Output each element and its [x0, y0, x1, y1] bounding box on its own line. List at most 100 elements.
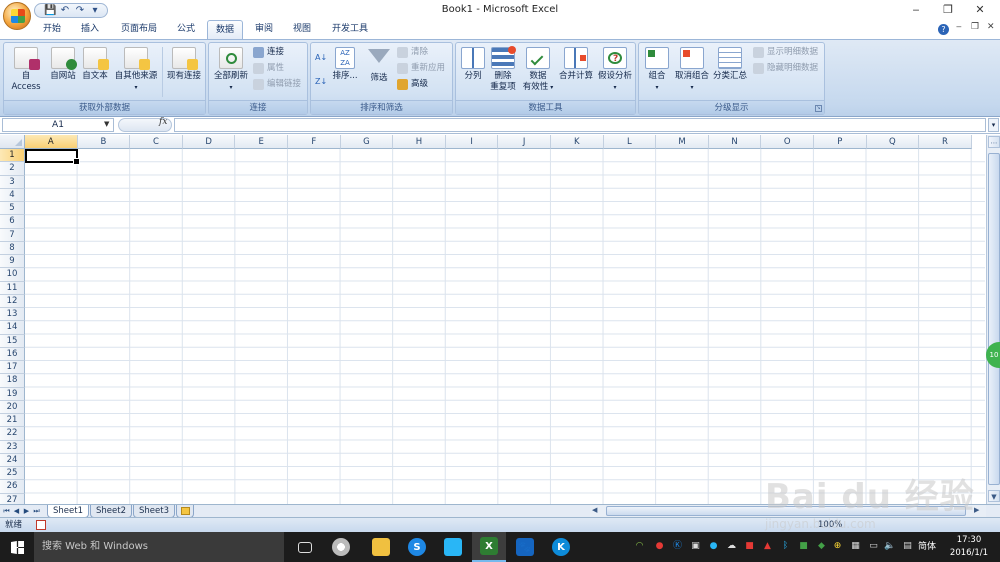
row-header[interactable]: 17 [0, 361, 25, 375]
tab-formulas[interactable]: 公式 [168, 20, 204, 39]
macro-record-icon[interactable] [36, 520, 46, 530]
tray-k-icon[interactable]: Ⓚ [672, 541, 683, 552]
row-header[interactable]: 12 [0, 294, 25, 308]
row-header[interactable]: 24 [0, 453, 25, 467]
horizontal-scrollbar[interactable]: ◀ ▶ [590, 505, 986, 517]
row-header[interactable]: 6 [0, 215, 25, 229]
row-header[interactable]: 21 [0, 414, 25, 428]
advanced-filter-button[interactable]: 高级 [397, 77, 428, 91]
undo-icon[interactable]: ↶ [59, 5, 71, 16]
minimize-button[interactable]: ‒ [904, 2, 928, 18]
zoom-level[interactable]: 100% [818, 519, 842, 532]
taskbar-excel[interactable]: X [472, 532, 506, 562]
row-header[interactable]: 1 [0, 149, 25, 163]
from-other-sources-button[interactable]: 自其他来源 ▾ [112, 47, 160, 93]
taskbar-k-app[interactable]: K [544, 532, 578, 562]
scroll-down-button[interactable]: ▼ [988, 490, 1000, 502]
sort-button[interactable]: AZ ZA 排序... [329, 47, 361, 82]
row-header[interactable]: 27 [0, 493, 25, 504]
row-header[interactable]: 9 [0, 255, 25, 269]
notification-icon[interactable]: ▤ [902, 541, 913, 552]
existing-connections-button[interactable]: 现有连接 [164, 47, 204, 82]
expand-formula-bar-button[interactable]: ▾ [988, 118, 999, 132]
row-header[interactable]: 2 [0, 162, 25, 176]
column-header[interactable]: Q [866, 135, 920, 149]
wifi-icon[interactable]: ◠ [634, 541, 645, 552]
row-header[interactable]: 18 [0, 374, 25, 388]
tray-bag-icon[interactable]: ■ [744, 541, 755, 552]
row-header[interactable]: 10 [0, 268, 25, 282]
input-method-indicator[interactable]: 简体 [918, 532, 936, 562]
row-header[interactable]: 19 [0, 387, 25, 401]
edit-links-button[interactable]: 编辑链接 [253, 77, 301, 91]
insert-function-button[interactable]: fx [159, 117, 167, 127]
row-header[interactable]: 16 [0, 347, 25, 361]
vertical-scrollbar[interactable]: ⋯ ▼ [986, 135, 1000, 504]
column-header[interactable]: A [25, 135, 78, 149]
active-cell[interactable] [25, 149, 80, 165]
text-to-columns-button[interactable]: 分列 [458, 47, 488, 82]
sort-ascending-icon[interactable]: A↓ [315, 53, 327, 65]
scroll-left-button[interactable]: ◀ [592, 506, 597, 514]
battery-icon[interactable]: ▭ [868, 541, 879, 552]
group-button[interactable]: 组合 ▾ [641, 47, 673, 93]
column-header[interactable]: R [919, 135, 972, 149]
row-header[interactable]: 25 [0, 467, 25, 481]
row-header[interactable]: 23 [0, 440, 25, 454]
column-header[interactable]: C [130, 135, 183, 149]
sort-descending-icon[interactable]: Z↓ [315, 77, 327, 89]
row-header[interactable]: 4 [0, 188, 25, 202]
tray-plus-icon[interactable]: ⊕ [832, 541, 843, 552]
consolidate-button[interactable]: 合并计算 [557, 47, 595, 82]
row-header[interactable]: 11 [0, 281, 25, 295]
row-header[interactable]: 13 [0, 308, 25, 322]
filter-button[interactable]: 筛选 [365, 47, 393, 84]
tray-cloud-icon[interactable]: ☁ [726, 541, 737, 552]
data-validation-button[interactable]: 数据 有效性 ▾ [519, 47, 557, 93]
show-detail-button[interactable]: 显示明细数据 [753, 45, 818, 59]
subtotal-button[interactable]: 分类汇总 [711, 47, 749, 82]
column-header[interactable]: G [340, 135, 394, 149]
column-header[interactable]: O [761, 135, 814, 149]
restore-button[interactable]: ❐ [936, 2, 960, 18]
tab-insert[interactable]: 插入 [72, 20, 108, 39]
scroll-right-button[interactable]: ▶ [974, 506, 979, 514]
row-header[interactable]: 15 [0, 334, 25, 348]
next-sheet-button[interactable]: ▶ [22, 506, 31, 516]
workbook-restore-button[interactable]: ❐ [971, 22, 979, 32]
clear-filter-button[interactable]: 清除 [397, 45, 428, 59]
bluetooth-icon[interactable]: ᛒ [780, 541, 791, 552]
tab-data[interactable]: 数据 [207, 20, 243, 39]
column-header[interactable]: D [182, 135, 236, 149]
column-header[interactable]: E [235, 135, 288, 149]
properties-button[interactable]: 属性 [253, 61, 284, 75]
tab-developer[interactable]: 开发工具 [324, 20, 376, 39]
taskbar-sogou[interactable]: S [400, 532, 434, 562]
taskbar-app-fan[interactable] [324, 532, 358, 562]
hide-detail-button[interactable]: 隐藏明细数据 [753, 61, 818, 75]
from-access-button[interactable]: 自 Access [6, 47, 46, 93]
name-box[interactable]: A1 [2, 118, 114, 132]
tray-monitor-icon[interactable]: ▣ [690, 541, 701, 552]
column-header[interactable]: J [498, 135, 551, 149]
tray-chat-icon[interactable]: ● [708, 541, 719, 552]
column-header[interactable]: H [393, 135, 446, 149]
task-view-button[interactable] [288, 532, 322, 562]
row-header[interactable]: 22 [0, 427, 25, 441]
cell-grid[interactable] [25, 149, 985, 504]
column-header[interactable]: K [551, 135, 604, 149]
from-web-button[interactable]: 自网站 [48, 47, 78, 82]
horizontal-scroll-thumb[interactable] [606, 506, 966, 516]
taskbar-search[interactable]: 搜索 Web 和 Windows [34, 532, 284, 562]
column-header[interactable]: F [288, 135, 341, 149]
taskbar-paw-app[interactable]: 🐾 [508, 532, 542, 562]
tray-flag-icon[interactable]: ▲ [762, 541, 773, 552]
last-sheet-button[interactable]: ⏭ [32, 506, 41, 516]
column-header[interactable]: B [77, 135, 131, 149]
prev-sheet-button[interactable]: ◀ [12, 506, 21, 516]
remove-duplicates-button[interactable]: 删除 重复项 [488, 46, 518, 93]
customize-qat-icon[interactable]: ▾ [89, 5, 101, 16]
tab-view[interactable]: 视图 [284, 20, 320, 39]
save-icon[interactable]: 💾 [44, 5, 56, 16]
workbook-close-button[interactable]: ✕ [987, 22, 995, 32]
